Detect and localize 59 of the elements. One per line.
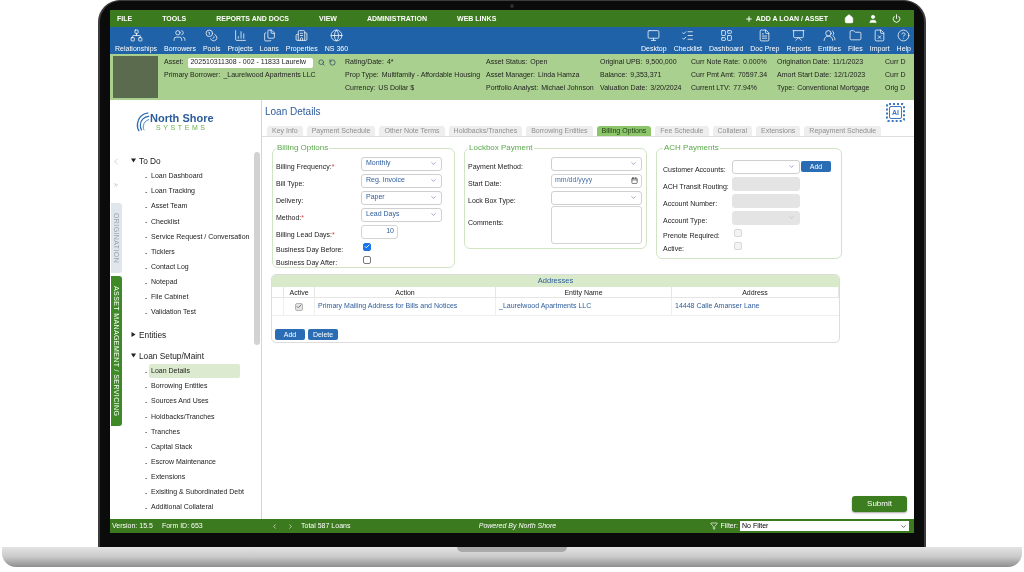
select-field[interactable]: [732, 159, 800, 174]
chevron-down-icon: [630, 160, 637, 167]
tree-heading[interactable]: To Do: [131, 156, 161, 166]
coins-icon: [205, 29, 219, 42]
people-icon: [823, 29, 836, 42]
double-chevron-right-icon[interactable]: [113, 182, 119, 188]
select-field[interactable]: [551, 156, 642, 171]
folder-icon: [848, 29, 862, 42]
select-field[interactable]: [551, 190, 642, 205]
building-icon: [295, 29, 309, 42]
checkbox[interactable]: [295, 302, 303, 311]
calendar-icon[interactable]: [631, 177, 638, 184]
chevron-down-icon: [430, 160, 437, 167]
chevron-down-icon: [430, 194, 437, 201]
chevron-left-icon[interactable]: [111, 155, 121, 168]
wave-logo-icon: [135, 112, 150, 132]
checkbox[interactable]: [363, 255, 371, 264]
panel-title: Lockbox Payment: [468, 143, 534, 153]
plus-icon: [744, 14, 753, 23]
document-icon: [758, 29, 772, 42]
user-icon[interactable]: [868, 13, 878, 24]
previous-icon[interactable]: [271, 521, 278, 531]
chevron-down-icon: [430, 211, 437, 218]
checkbox[interactable]: [363, 242, 371, 251]
power-icon[interactable]: [892, 14, 901, 23]
panel-title: ACH Payments: [663, 143, 720, 153]
scrollbar-thumb[interactable]: [254, 152, 260, 345]
submit-button[interactable]: Submit: [852, 496, 907, 512]
next-icon[interactable]: [287, 521, 294, 531]
presentation-icon: [792, 29, 806, 42]
chevron-down-icon: [630, 194, 637, 201]
checklist-icon: [681, 29, 695, 42]
files-icon: [262, 29, 276, 42]
page-title: Loan Details: [265, 107, 321, 117]
camera-icon: [510, 4, 514, 8]
photo-placeholder: [113, 56, 158, 98]
chevron-down-icon: [900, 522, 907, 530]
search-icon[interactable]: [318, 59, 326, 66]
help-icon: [897, 29, 911, 42]
monitor-icon: [647, 29, 661, 42]
caret-right-icon[interactable]: [131, 332, 136, 338]
chevron-down-icon: [788, 163, 795, 170]
caret-down-icon[interactable]: [131, 158, 136, 164]
logo-name: North Shore: [150, 112, 214, 124]
tree-heading[interactable]: Entities: [131, 330, 167, 340]
chevron-down-icon: [430, 177, 437, 184]
network-icon: [129, 29, 143, 42]
users-icon: [173, 29, 187, 42]
caret-down-icon[interactable]: [131, 353, 136, 359]
refresh-icon[interactable]: [329, 59, 337, 66]
home-icon[interactable]: [844, 13, 854, 24]
filter-icon[interactable]: [709, 522, 718, 530]
dashboard-icon: [719, 29, 733, 42]
bar-chart-icon: [233, 29, 247, 42]
panel-title: Billing Options: [276, 143, 330, 153]
text-area-field[interactable]: [551, 206, 642, 244]
tree-heading[interactable]: Loan Setup/Maint: [131, 351, 205, 361]
globe-icon: [329, 29, 343, 42]
file-x-icon: [873, 29, 887, 42]
